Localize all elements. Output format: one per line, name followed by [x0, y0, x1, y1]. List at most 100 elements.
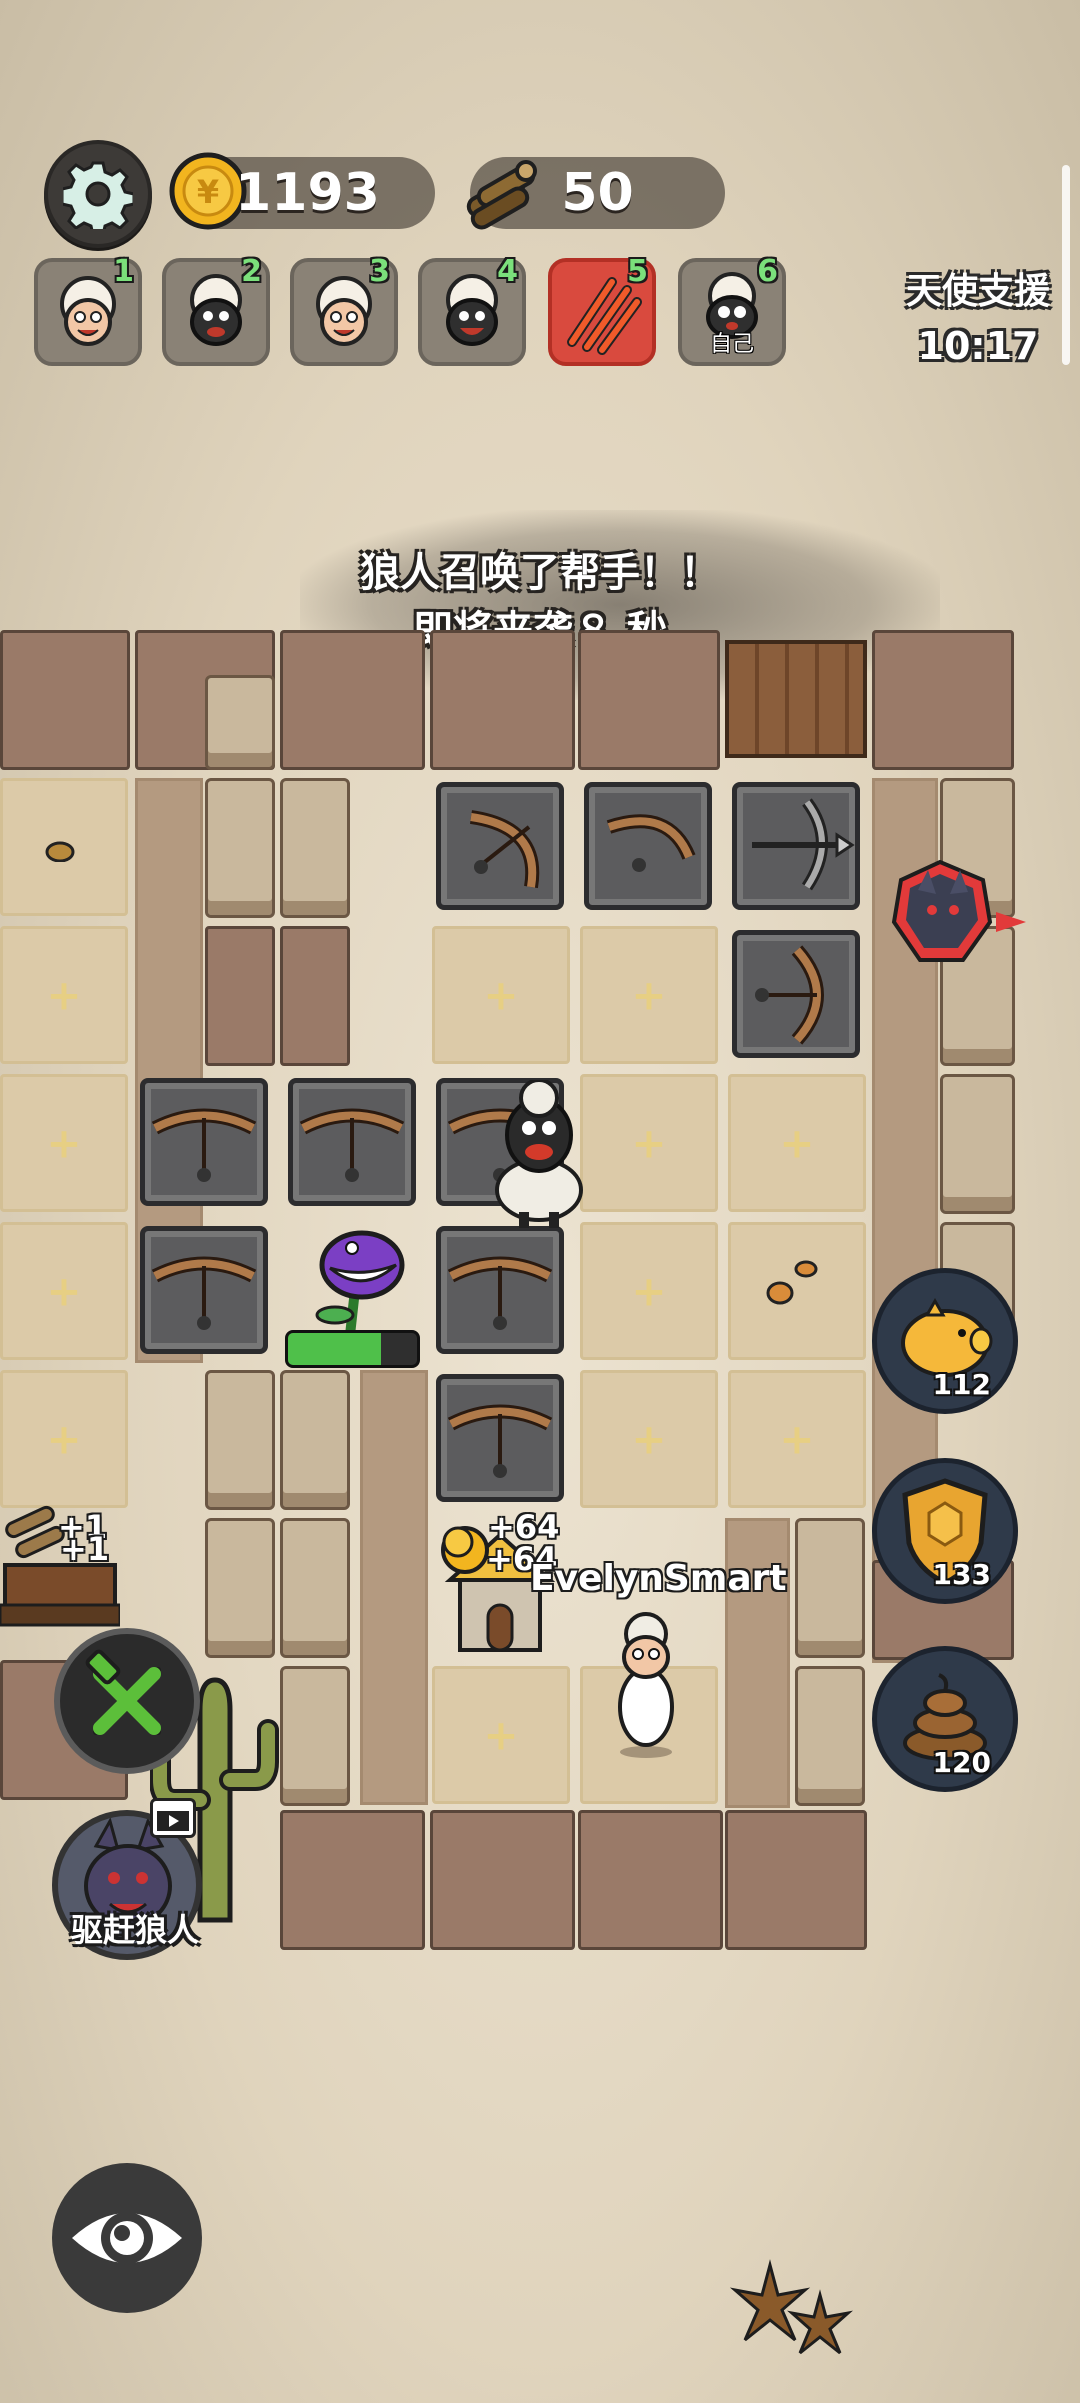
empty-slot[interactable]	[432, 926, 570, 1064]
crossbow-turret[interactable]	[436, 1374, 564, 1502]
self-label: 自己	[709, 332, 754, 357]
empty-slot[interactable]	[728, 1370, 866, 1508]
player-slot-1[interactable]: 1	[34, 254, 142, 366]
empty-slot[interactable]	[580, 926, 718, 1064]
werewolf-icon	[891, 859, 1026, 962]
star-anise-decoration	[729, 2259, 853, 2355]
empty-slot[interactable]	[580, 1074, 718, 1212]
wall-block	[280, 630, 425, 770]
poop-count: 120	[932, 1746, 991, 1779]
slot-number: 3	[369, 254, 390, 289]
empty-slot[interactable]	[432, 1666, 570, 1804]
drive-wolf-label: 驱赶狼人	[70, 1911, 199, 1949]
empty-slot[interactable]	[0, 1222, 128, 1360]
empty-slot[interactable]	[580, 1222, 718, 1360]
settings-button[interactable]	[44, 140, 152, 248]
poop-button[interactable]: 120	[872, 1646, 1018, 1792]
angel-support-timer: 10:17	[917, 324, 1039, 368]
crossbow-icon	[755, 945, 824, 1045]
wood-count: 50	[561, 163, 634, 223]
empty-slot[interactable]	[0, 926, 128, 1064]
wood-gain-text-2: +1	[60, 1530, 110, 1568]
empty-slot[interactable]	[0, 1370, 128, 1508]
wall-block	[872, 630, 1014, 770]
crossbow-icon	[299, 1108, 405, 1182]
crossbow-turret[interactable]	[288, 1078, 416, 1206]
corridor	[360, 1370, 428, 1805]
steel-crossbow-icon	[752, 798, 855, 891]
wall-block	[205, 1370, 275, 1510]
wall-block	[430, 1810, 575, 1950]
gear-icon	[63, 161, 133, 229]
crossbow-turret[interactable]	[140, 1078, 268, 1206]
pebbles-icon	[766, 1260, 818, 1305]
slot-number: 1	[113, 254, 134, 289]
wall-block	[430, 630, 575, 770]
shield-button[interactable]: 133	[872, 1458, 1018, 1604]
wall-block	[280, 1810, 425, 1950]
wall-block	[578, 1810, 723, 1950]
empty-slot[interactable]	[0, 1074, 128, 1212]
wall-block	[795, 1518, 865, 1658]
crossbow-icon	[606, 814, 696, 872]
player-slot-3[interactable]: 3	[290, 254, 398, 366]
slot-number: 4	[497, 254, 518, 289]
video-ad-icon	[150, 1798, 196, 1838]
shield-count: 133	[932, 1558, 991, 1591]
wall-block	[205, 778, 275, 918]
crossbow-turret[interactable]	[436, 782, 564, 910]
crossbow-icon	[447, 1404, 553, 1478]
wall-block	[578, 630, 720, 770]
build-tools-button[interactable]	[54, 1628, 200, 1774]
piranha-plant-icon[interactable]	[300, 1220, 415, 1335]
wall-block	[280, 1518, 350, 1658]
empty-slot[interactable]	[728, 1074, 866, 1212]
scrollbar	[1062, 165, 1070, 365]
player-slot-4[interactable]: 4	[418, 254, 526, 366]
angel-support: 天使支援 10:17	[898, 262, 1058, 368]
wall-block	[205, 675, 275, 770]
wall-block	[795, 1666, 865, 1806]
wood-counter: 50	[466, 157, 725, 230]
player-slot-5[interactable]: 5	[548, 254, 656, 366]
wall-block	[725, 1810, 867, 1950]
crossbow-icon	[447, 1256, 553, 1330]
player-slot-2[interactable]: 2	[162, 254, 270, 366]
crossbow-turret[interactable]	[732, 930, 860, 1058]
announcement-line-1: 狼人召唤了帮手！！	[360, 550, 720, 596]
crossbow-icon	[469, 810, 540, 889]
wall-block	[280, 778, 350, 918]
crossbow-turret[interactable]	[140, 1226, 268, 1354]
empty-slot[interactable]	[580, 1370, 718, 1508]
player-slot-6[interactable]: 6 自己	[678, 254, 786, 366]
slot-number: 6	[757, 254, 778, 289]
pebble-icon	[45, 841, 75, 862]
eye-icon	[72, 2212, 182, 2264]
wall-block	[940, 1074, 1015, 1214]
white-sheep-player	[618, 1612, 674, 1758]
wall-block	[205, 926, 275, 1066]
wall-block	[280, 926, 350, 1066]
angel-support-label: 天使支援	[905, 271, 1050, 312]
crossbow-turret[interactable]	[436, 1226, 564, 1354]
wall-block	[280, 1370, 350, 1510]
player-name: EvelynSmart	[530, 1558, 787, 1599]
plant-health-bar	[285, 1330, 420, 1368]
slot-number: 5	[627, 254, 648, 289]
crossbow-turret-upgraded[interactable]	[732, 782, 860, 910]
coin-count: 1193	[235, 163, 380, 223]
piggy-bank-button[interactable]: 112	[872, 1268, 1018, 1414]
coin-counter: ¥ 1193	[169, 152, 435, 230]
wall-block	[205, 1518, 275, 1658]
wall-block	[0, 630, 130, 770]
crossbow-turret[interactable]	[584, 782, 712, 910]
slot-number: 2	[241, 254, 262, 289]
piggy-bank-count: 112	[932, 1368, 991, 1401]
wolf-indicator[interactable]	[888, 859, 1026, 965]
wooden-gate[interactable]	[725, 640, 867, 758]
wrench-hammer-icon	[85, 1649, 161, 1735]
crossbow-icon	[151, 1108, 257, 1182]
view-toggle-button[interactable]	[52, 2163, 202, 2313]
wall-block	[280, 1666, 350, 1806]
crossbow-icon	[151, 1256, 257, 1330]
